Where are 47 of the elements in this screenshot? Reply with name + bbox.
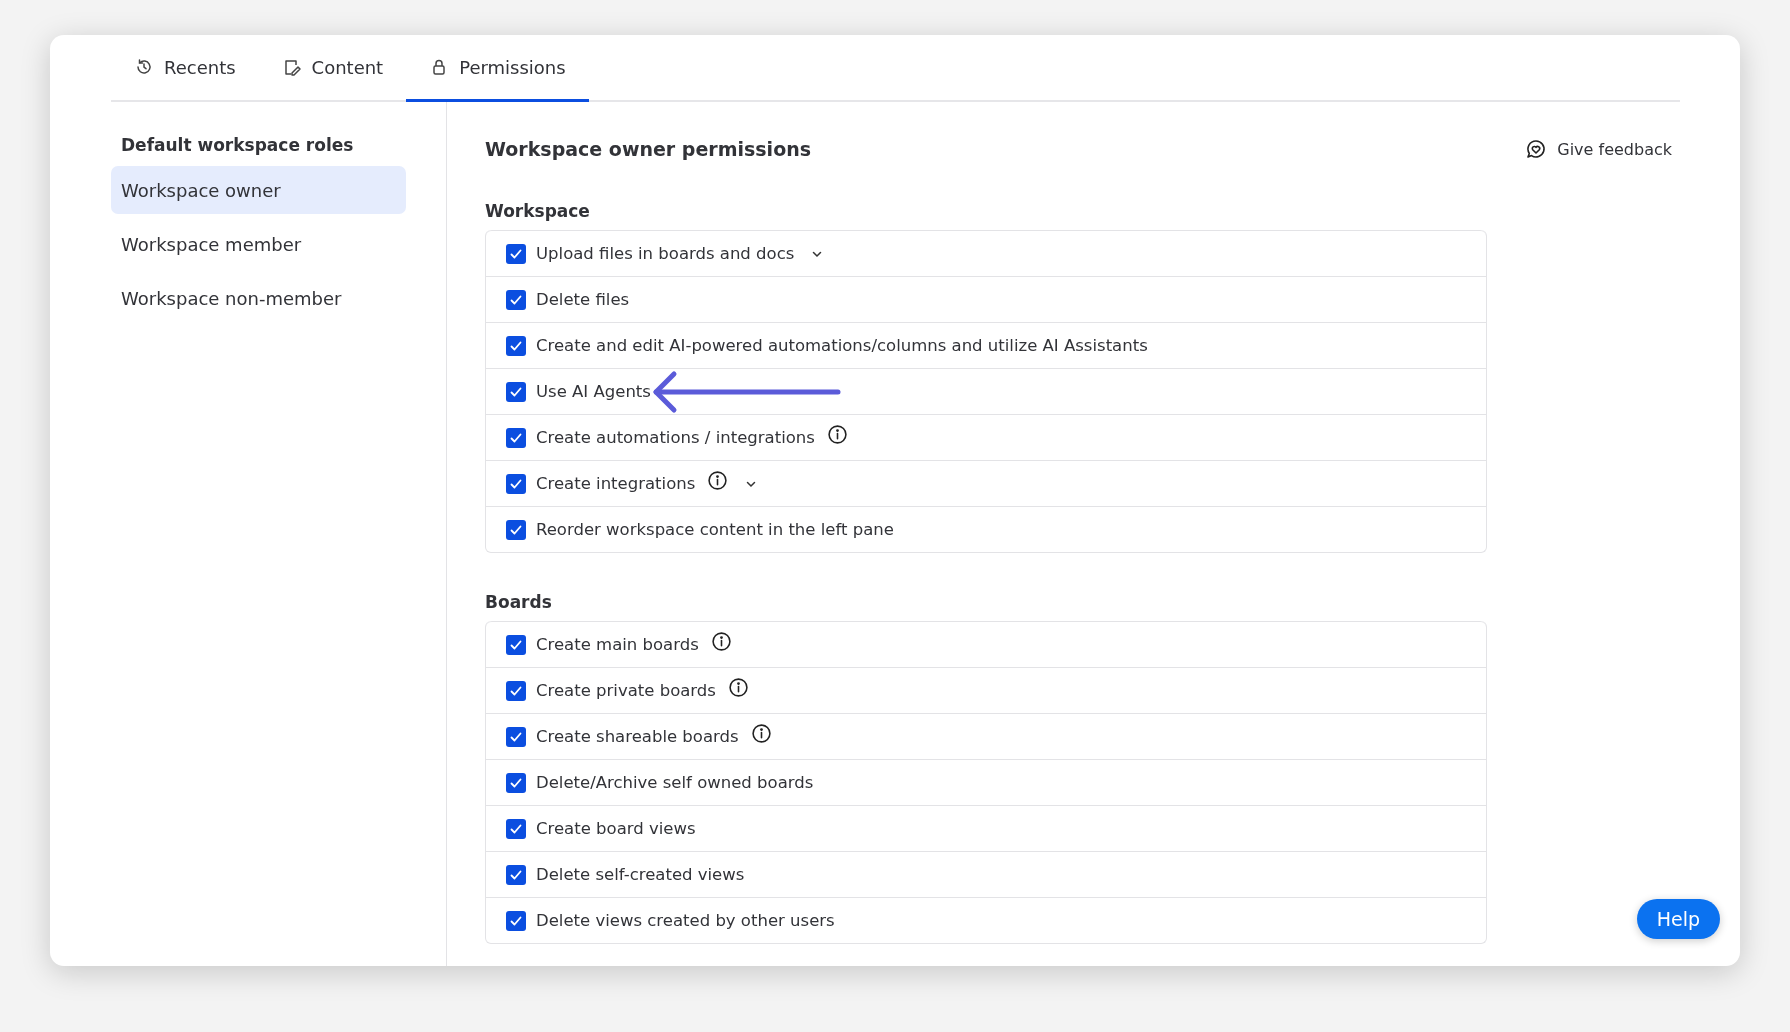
permission-label: Delete views created by other users <box>536 911 835 930</box>
permission-label: Delete self-created views <box>536 865 745 884</box>
checkbox[interactable] <box>506 473 526 494</box>
role-item[interactable]: Workspace member <box>111 220 406 268</box>
role-item[interactable]: Workspace owner <box>111 166 406 214</box>
checkbox[interactable] <box>506 335 526 356</box>
checkbox[interactable] <box>506 634 526 655</box>
tab[interactable]: Recents <box>111 35 259 102</box>
section-heading: Boards <box>485 591 553 613</box>
sidebar-heading: Default workspace roles <box>120 134 355 156</box>
tab[interactable]: Permissions <box>406 35 589 102</box>
checkbox[interactable] <box>506 427 526 448</box>
permission-label: Create shareable boards <box>536 727 739 746</box>
permission-label: Delete/Archive self owned boards <box>536 773 814 792</box>
feedback-link[interactable]: Give feedback <box>1517 134 1680 164</box>
checkbox[interactable] <box>506 910 526 931</box>
role-item[interactable]: Workspace non-member <box>111 274 406 322</box>
permission-label: Upload files in boards and docs <box>536 244 795 263</box>
page-title: Workspace owner permissions <box>485 137 812 161</box>
permission-label: Reorder workspace content in the left pane <box>536 520 894 539</box>
permission-label: Create main boards <box>536 635 699 654</box>
info-icon[interactable] <box>727 677 749 698</box>
permission-label: Use AI Agents <box>536 382 651 401</box>
checkbox[interactable] <box>506 864 526 885</box>
checkbox[interactable] <box>506 680 526 701</box>
info-icon[interactable] <box>826 424 848 445</box>
checkbox[interactable] <box>506 243 526 264</box>
checkbox[interactable] <box>506 519 526 540</box>
permission-label: Delete files <box>536 290 630 309</box>
permission-label: Create integrations <box>536 474 696 493</box>
tab[interactable]: Content <box>258 35 407 102</box>
info-icon[interactable] <box>750 723 772 744</box>
help-button[interactable]: Help <box>1636 899 1720 939</box>
checkbox[interactable] <box>506 772 526 793</box>
permission-label: Create and edit AI-powered automations/columns and utilize AI Assistants <box>536 336 1148 355</box>
heart-chat-icon <box>1525 138 1548 160</box>
permission-label: Create private boards <box>536 681 716 700</box>
permission-label: Create board views <box>536 819 696 838</box>
section-heading: Workspace <box>485 200 591 222</box>
info-icon[interactable] <box>710 631 732 652</box>
history-icon <box>134 57 154 77</box>
permission-label: Create automations / integrations <box>536 428 815 447</box>
checkbox[interactable] <box>506 289 526 310</box>
info-icon[interactable] <box>707 470 729 491</box>
checkbox[interactable] <box>506 818 526 839</box>
checkbox[interactable] <box>506 726 526 747</box>
checkbox[interactable] <box>506 381 526 402</box>
